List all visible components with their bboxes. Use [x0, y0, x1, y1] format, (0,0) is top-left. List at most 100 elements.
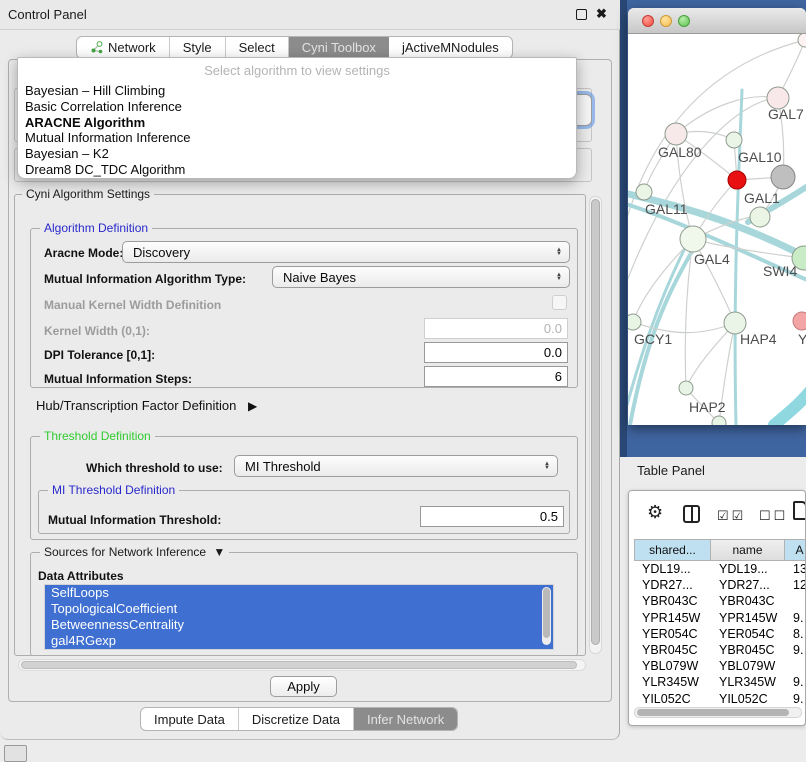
bottom-tab-bar: Impute DataDiscretize DataInfer Network	[140, 707, 458, 731]
table-cell: YBR045C	[711, 642, 785, 658]
node-bottom[interactable]	[712, 416, 726, 425]
tab-cyni-toolbox[interactable]: Cyni Toolbox	[289, 37, 389, 58]
node-red[interactable]	[728, 171, 746, 189]
kernel-width-input[interactable]: 0.0	[424, 318, 568, 339]
tab-style[interactable]: Style	[170, 37, 226, 58]
manual-kernel-label: Manual Kernel Width Definition	[44, 298, 221, 312]
column-header-name[interactable]: name	[711, 539, 785, 561]
table-cell: YDR27...	[634, 577, 711, 593]
tab-impute-data[interactable]: Impute Data	[141, 708, 239, 730]
list-vertical-scrollbar[interactable]	[542, 587, 551, 645]
column-header-a[interactable]: A	[785, 539, 806, 561]
scrollbar-thumb[interactable]	[637, 709, 789, 716]
settings-vertical-scrollbar[interactable]	[589, 196, 602, 654]
node-gal10[interactable]	[726, 132, 742, 148]
node-gray[interactable]	[771, 165, 795, 189]
scrollbar-thumb[interactable]	[591, 199, 600, 645]
dpi-tolerance-input[interactable]: 0.0	[424, 342, 568, 363]
close-icon[interactable]: ✖	[596, 6, 607, 22]
network-canvas[interactable]: GAL7GAL80GAL10GAL1GAL11SWI4GAL4GCY1HAP4Y…	[628, 34, 806, 425]
table-cell	[785, 593, 806, 609]
algorithm-option-basic-correlation-inference[interactable]: Basic Correlation Inference	[18, 99, 576, 115]
table-row[interactable]: YDR27...YDR27...12	[634, 577, 806, 593]
aracne-mode-label: Aracne Mode:	[44, 246, 123, 260]
zoom-traffic-light-icon[interactable]	[678, 15, 690, 27]
column-header-shared[interactable]: shared...	[634, 539, 711, 561]
node-top-right[interactable]	[798, 34, 806, 47]
table-row[interactable]: YBL079WYBL079W	[634, 658, 806, 674]
split-panes-icon[interactable]	[683, 505, 700, 523]
table-row[interactable]: YIL052CYIL052C9.	[634, 691, 806, 705]
dropdown-placeholder: Select algorithm to view settings	[18, 58, 576, 83]
table-cell: YDR27...	[711, 577, 785, 593]
table-row[interactable]: YER054CYER054C8.	[634, 626, 806, 642]
table-panel-title: Table Panel	[637, 463, 705, 478]
tab-jactivemnodules[interactable]: jActiveMNodules	[389, 37, 512, 58]
minimize-traffic-light-icon[interactable]	[660, 15, 672, 27]
tab-infer-network[interactable]: Infer Network	[354, 708, 457, 730]
node-label-gal1: GAL1	[744, 190, 780, 206]
table-cell: YBR043C	[711, 593, 785, 609]
network-window-titlebar[interactable]	[628, 8, 806, 34]
node-hap2[interactable]	[679, 381, 693, 395]
attribute-topologicalcoefficient[interactable]: TopologicalCoefficient	[45, 601, 553, 617]
mi-type-select[interactable]: Naive Bayes ▲▼	[272, 266, 570, 288]
settings-horizontal-scrollbar[interactable]	[18, 659, 586, 671]
table-row[interactable]: YBR045CYBR045C9.	[634, 642, 806, 658]
which-threshold-select[interactable]: MI Threshold ▲▼	[234, 455, 558, 477]
node-gal11[interactable]	[636, 184, 652, 200]
expand-right-arrow-icon: ▶	[248, 399, 257, 413]
algorithm-option-bayesian-hill-climbing[interactable]: Bayesian – Hill Climbing	[18, 83, 576, 99]
table-row[interactable]: YLR345WYLR345W9.	[634, 674, 806, 690]
tab-network[interactable]: Network	[77, 37, 170, 58]
table-cell: YLR345W	[634, 674, 711, 690]
node-gal1[interactable]	[750, 207, 770, 227]
table-horizontal-scrollbar[interactable]	[634, 707, 802, 718]
node-gcy1[interactable]	[628, 314, 641, 330]
mi-threshold-input[interactable]: 0.5	[420, 506, 564, 527]
mi-steps-input[interactable]: 6	[424, 366, 568, 387]
close-traffic-light-icon[interactable]	[642, 15, 654, 27]
sources-title-toggle[interactable]: Sources for Network Inference ▼	[40, 545, 229, 559]
checked-boxes-icon[interactable]: ☑☑	[717, 508, 746, 524]
table-cell: YIL052C	[634, 691, 711, 705]
scrollbar-thumb[interactable]	[21, 661, 577, 669]
combo-arrows-icon: ▲▼	[556, 248, 562, 257]
node-gal80[interactable]	[665, 123, 687, 145]
algorithm-list: Bayesian – Hill ClimbingBasic Correlatio…	[18, 83, 576, 178]
node-gal4[interactable]	[680, 226, 706, 252]
attribute-betweennesscentrality[interactable]: BetweennessCentrality	[45, 617, 553, 633]
scrollbar-thumb[interactable]	[543, 588, 550, 638]
table-row[interactable]: YBR043CYBR043C	[634, 593, 806, 609]
unchecked-boxes-icon[interactable]: ☐☐	[759, 508, 788, 524]
table-row[interactable]: YDL19...YDL19...13	[634, 561, 806, 577]
node-label-gcy1: GCY1	[634, 331, 672, 347]
table-cell: YPR145W	[711, 610, 785, 626]
tab-discretize-data[interactable]: Discretize Data	[239, 708, 354, 730]
document-icon[interactable]	[793, 501, 806, 520]
data-attributes-label: Data Attributes	[38, 569, 124, 583]
algorithm-option-dream8-dc-tdc-algorithm[interactable]: Dream8 DC_TDC Algorithm	[18, 162, 576, 178]
collapse-down-arrow-icon: ▼	[213, 545, 225, 559]
attribute-gal4rgexp[interactable]: gal4RGexp	[45, 633, 553, 649]
algorithm-option-mutual-information-inference[interactable]: Mutual Information Inference	[18, 130, 576, 146]
algorithm-option-aracne-algorithm[interactable]: ARACNE Algorithm	[18, 115, 576, 131]
attribute-selfloops[interactable]: SelfLoops	[45, 585, 553, 601]
float-window-icon[interactable]	[576, 9, 587, 20]
gear-icon[interactable]: ⚙	[647, 502, 663, 523]
node-label-swi4: SWI4	[763, 263, 797, 279]
node-pink[interactable]	[793, 312, 806, 330]
algorithm-option-bayesian-k2[interactable]: Bayesian – K2	[18, 146, 576, 162]
hub-definition-toggle[interactable]: Hub/Transcription Factor Definition ▶	[36, 398, 257, 413]
network-icon	[90, 41, 103, 54]
panel-title: Control Panel	[8, 7, 87, 22]
manual-kernel-checkbox[interactable]	[552, 295, 567, 310]
tab-select[interactable]: Select	[226, 37, 289, 58]
apply-button[interactable]: Apply	[270, 676, 337, 697]
desktop-left-edge	[620, 0, 627, 457]
table-row[interactable]: YPR145WYPR145W9.	[634, 610, 806, 626]
data-attributes-list[interactable]: SelfLoopsTopologicalCoefficientBetweenne…	[44, 584, 554, 650]
aracne-mode-select[interactable]: Discovery ▲▼	[122, 241, 570, 263]
table-cell: YPR145W	[634, 610, 711, 626]
minimized-panel-icon[interactable]	[4, 745, 27, 762]
